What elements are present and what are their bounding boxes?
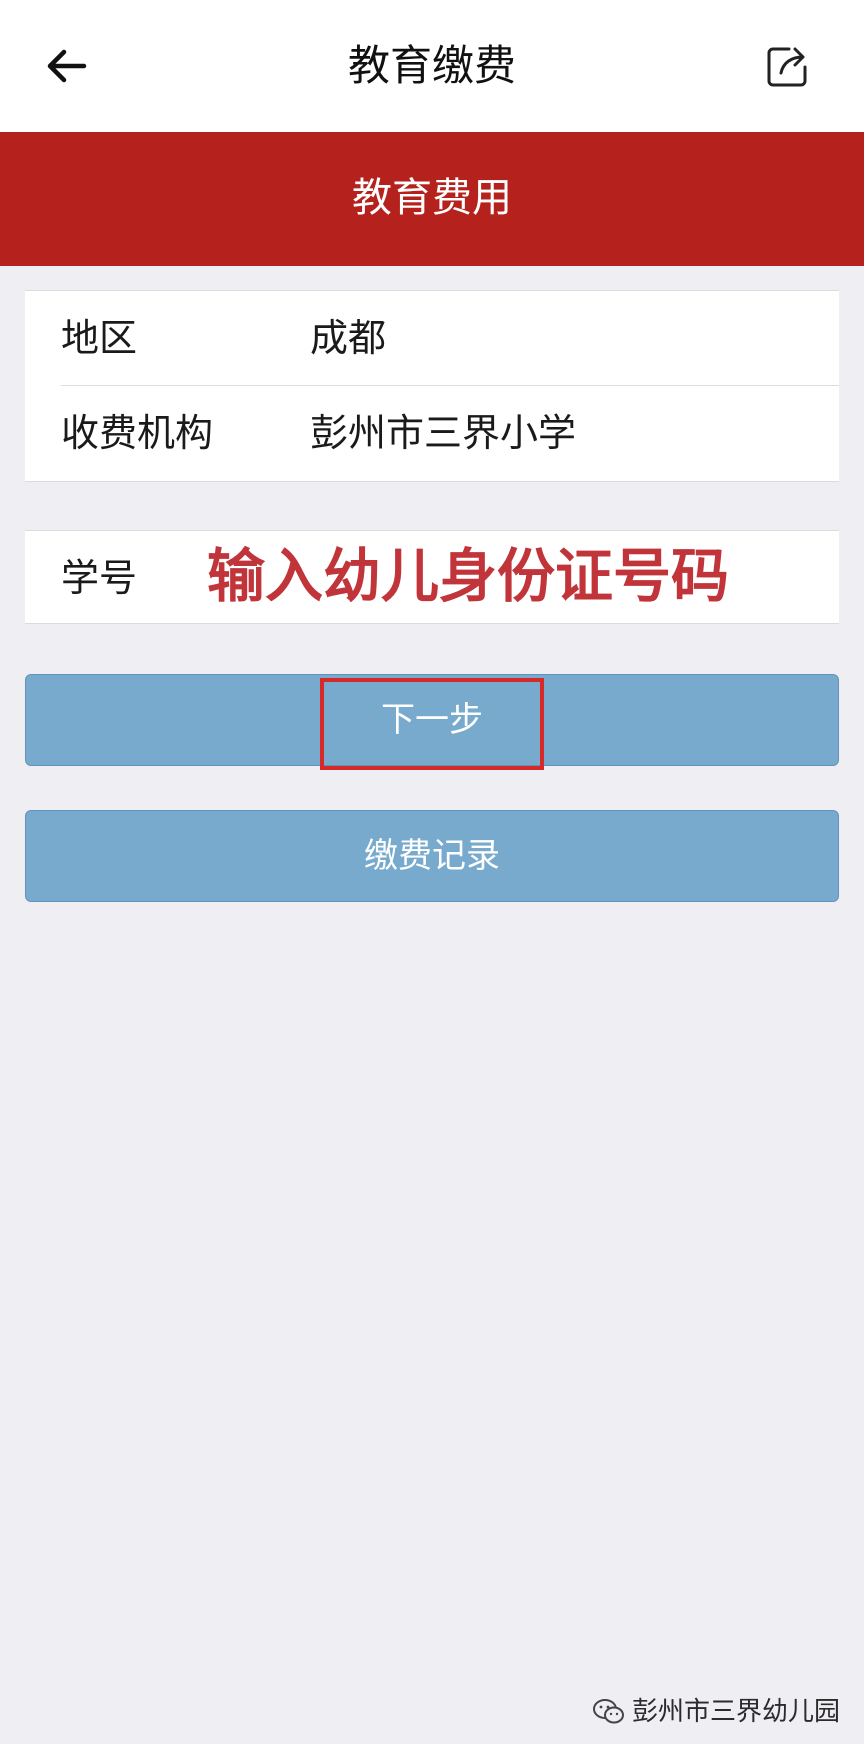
student-id-input[interactable]: 输入幼儿身份证号码 bbox=[207, 541, 729, 611]
share-button[interactable] bbox=[760, 38, 816, 94]
info-card: 地区 成都 收费机构 彭州市三界小学 bbox=[25, 290, 839, 482]
watermark-text: 彭州市三界幼儿园 bbox=[631, 1697, 840, 1727]
page-title: 教育缴费 bbox=[347, 41, 516, 90]
wechat-icon bbox=[592, 1699, 624, 1724]
nav-bar: 教育缴费 bbox=[0, 0, 864, 132]
institution-row: 收费机构 彭州市三界小学 bbox=[25, 386, 839, 480]
watermark: 彭州市三界幼儿园 bbox=[592, 1694, 840, 1730]
highlight-box bbox=[320, 678, 544, 770]
institution-value[interactable]: 彭州市三界小学 bbox=[310, 406, 576, 460]
region-label: 地区 bbox=[61, 316, 138, 360]
region-row: 地区 成都 bbox=[25, 291, 839, 385]
payment-records-label: 缴费记录 bbox=[364, 836, 500, 876]
student-id-card: 学号 输入幼儿身份证号码 bbox=[25, 530, 839, 624]
student-id-label: 学号 bbox=[61, 556, 138, 600]
payment-records-button[interactable]: 缴费记录 bbox=[25, 810, 839, 902]
share-icon bbox=[767, 47, 807, 87]
institution-label: 收费机构 bbox=[61, 411, 214, 455]
region-value[interactable]: 成都 bbox=[310, 311, 386, 365]
banner-title: 教育费用 bbox=[352, 175, 512, 221]
banner: 教育费用 bbox=[0, 132, 864, 266]
